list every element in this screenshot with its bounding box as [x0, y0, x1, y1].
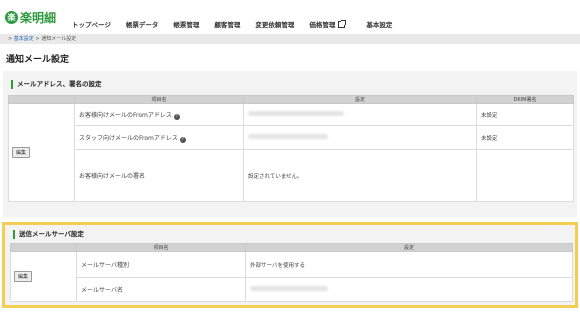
row-label: スタッフ向けメールのFromアドレス? — [74, 125, 244, 150]
row-label-text: スタッフ向けメールのFromアドレス — [79, 134, 178, 142]
nav-price-management-label: 価格管理 — [309, 21, 336, 29]
app-header: 楽 楽明細 トップページ 帳票データ 帳票管理 顧客管理 変更依頼管理 価格管理… — [0, 0, 580, 36]
edit-cell: 編集 — [8, 103, 75, 202]
row-label: メールサーバ種別 — [76, 251, 246, 278]
edit-button[interactable]: 編集 — [12, 147, 31, 158]
redacted-value — [248, 111, 344, 116]
app-logo[interactable]: 楽 楽明細 — [5, 9, 56, 26]
external-link-icon — [338, 20, 347, 28]
redacted-value — [250, 286, 328, 291]
table-row: メールサーバ名 — [11, 277, 573, 302]
table-row: お客様向けメールの署名 設定されていません。 — [9, 149, 574, 202]
breadcrumb-current: 通知メール設定 — [41, 36, 77, 42]
table-header-row: 項目名 設定 — [10, 243, 573, 252]
row-label: メールサーバ名 — [76, 277, 246, 302]
help-icon[interactable]: ? — [173, 113, 180, 120]
row-value: 外部サーバを使用する — [245, 251, 573, 278]
redacted-value — [248, 134, 328, 139]
column-header-item-name: 項目名 — [76, 243, 246, 252]
column-header — [8, 95, 75, 104]
row-value — [245, 277, 573, 302]
table-header-row: 項目名 設定 DKIM署名 — [8, 95, 574, 104]
edit-cell: 編集 — [10, 251, 77, 302]
column-header-dkim: DKIM署名 — [476, 95, 574, 104]
breadcrumb-separator: > — [35, 36, 40, 42]
breadcrumb: > 基本設定 > 通知メール設定 — [0, 34, 580, 44]
row-dkim — [476, 149, 574, 202]
breadcrumb-root-link[interactable]: 基本設定 — [14, 36, 34, 42]
row-dkim: 未設定 — [476, 125, 574, 150]
section-title: メールアドレス、署名の設定 — [11, 80, 102, 89]
row-value — [243, 125, 477, 150]
mail-server-table: 項目名 設定 編集 メールサーバ種別 外部サーバを使用する メールサーバ名 — [10, 243, 573, 302]
column-header-setting: 設定 — [243, 95, 477, 104]
logo-text: 楽明細 — [20, 11, 57, 25]
help-icon[interactable]: ? — [179, 136, 186, 143]
row-value: 設定されていません。 — [243, 149, 477, 202]
column-header — [10, 243, 77, 252]
table-row: 編集 メールサーバ種別 外部サーバを使用する — [10, 251, 573, 302]
mail-server-section: 送信メールサーバ設定 項目名 設定 編集 メールサーバ種別 外部サーバを使用する… — [2, 222, 578, 308]
breadcrumb-separator: > — [8, 36, 13, 42]
row-label: お客様向けメールのFromアドレス? — [74, 103, 244, 126]
section-title: 送信メールサーバ設定 — [13, 230, 84, 239]
table-row: スタッフ向けメールのFromアドレス? 未設定 — [9, 125, 574, 150]
row-label: お客様向けメールの署名 — [74, 149, 244, 202]
logo-mark: 楽 — [5, 11, 18, 24]
table-row: 編集 お客様向けメールのFromアドレス? 未設定 — [8, 103, 574, 202]
address-signature-table: 項目名 設定 DKIM署名 編集 お客様向けメールのFromアドレス? 未設定 … — [8, 95, 574, 202]
row-dkim: 未設定 — [476, 103, 574, 126]
column-header-setting: 設定 — [245, 243, 573, 252]
row-label-text: お客様向けメールのFromアドレス — [79, 111, 172, 119]
row-value — [243, 103, 477, 126]
column-header-item-name: 項目名 — [74, 95, 244, 104]
edit-button[interactable]: 編集 — [14, 271, 33, 282]
address-signature-section: メールアドレス、署名の設定 項目名 設定 DKIM署名 編集 お客様向けメールの… — [3, 71, 577, 217]
page-title: 通知メール設定 — [6, 55, 70, 65]
